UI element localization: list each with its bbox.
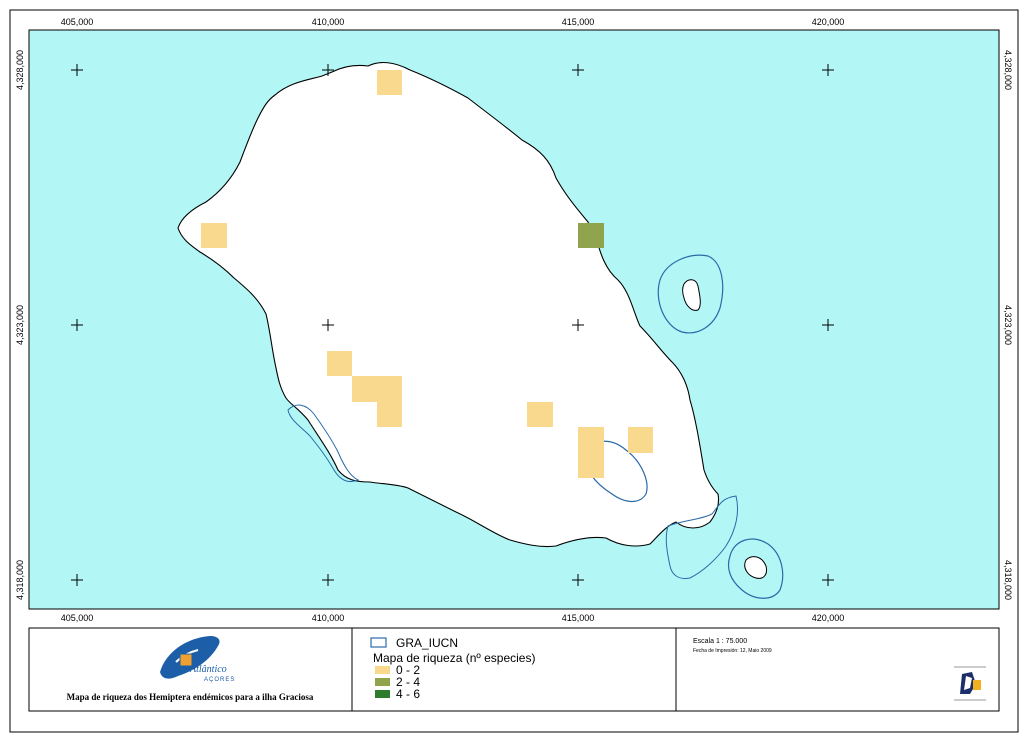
legend-label-iucn: GRA_IUCN	[396, 636, 458, 650]
richness-cell	[578, 453, 604, 478]
legend-swatch-2-4	[375, 678, 390, 686]
richness-cell	[352, 376, 377, 402]
y-tick-left-1: 4,328,000	[15, 50, 25, 90]
map-caption: Mapa de riqueza dos Hemiptera endémicos …	[67, 692, 314, 702]
legend-swatch-4-6	[375, 690, 390, 698]
x-tick-top-3: 415,000	[562, 17, 595, 27]
scale-label: Escala 1 : 75.000	[693, 638, 747, 645]
richness-cell	[578, 427, 604, 453]
legend-swatch-iucn	[370, 637, 387, 648]
logo-subtext: AÇORES	[204, 677, 235, 683]
richness-cell	[377, 402, 402, 427]
y-tick-right-1: 4,328,000	[1003, 50, 1013, 90]
richness-cell	[377, 376, 402, 402]
richness-cell	[578, 223, 604, 248]
x-tick-bottom-1: 405,000	[61, 613, 94, 623]
richness-cell	[377, 70, 402, 95]
x-tick-top-2: 410,000	[312, 17, 345, 27]
y-tick-left-2: 4,323,000	[15, 305, 25, 345]
print-date: Fecha de Impresión: 12, Maio 2009	[693, 648, 772, 654]
x-tick-bottom-4: 420,000	[812, 613, 845, 623]
legend-swatch-0-2	[375, 666, 390, 674]
x-tick-bottom-2: 410,000	[312, 613, 345, 623]
richness-cell	[201, 223, 227, 248]
y-tick-left-3: 4,318,000	[15, 560, 25, 600]
logo-text: Atlântico	[189, 664, 227, 675]
x-tick-bottom-3: 415,000	[562, 613, 595, 623]
legend-class-4-6: 4 - 6	[396, 687, 420, 701]
richness-cell	[327, 351, 352, 376]
y-tick-right-2: 4,323,000	[1003, 305, 1013, 345]
richness-cell	[527, 402, 553, 427]
y-tick-right-3: 4,318,000	[1003, 560, 1013, 600]
map-sheet: 405,000 410,000 415,000 420,000 405,000 …	[9, 9, 1019, 733]
x-tick-top-4: 420,000	[812, 17, 845, 27]
x-tick-top-1: 405,000	[61, 17, 94, 27]
richness-cell	[628, 427, 653, 453]
